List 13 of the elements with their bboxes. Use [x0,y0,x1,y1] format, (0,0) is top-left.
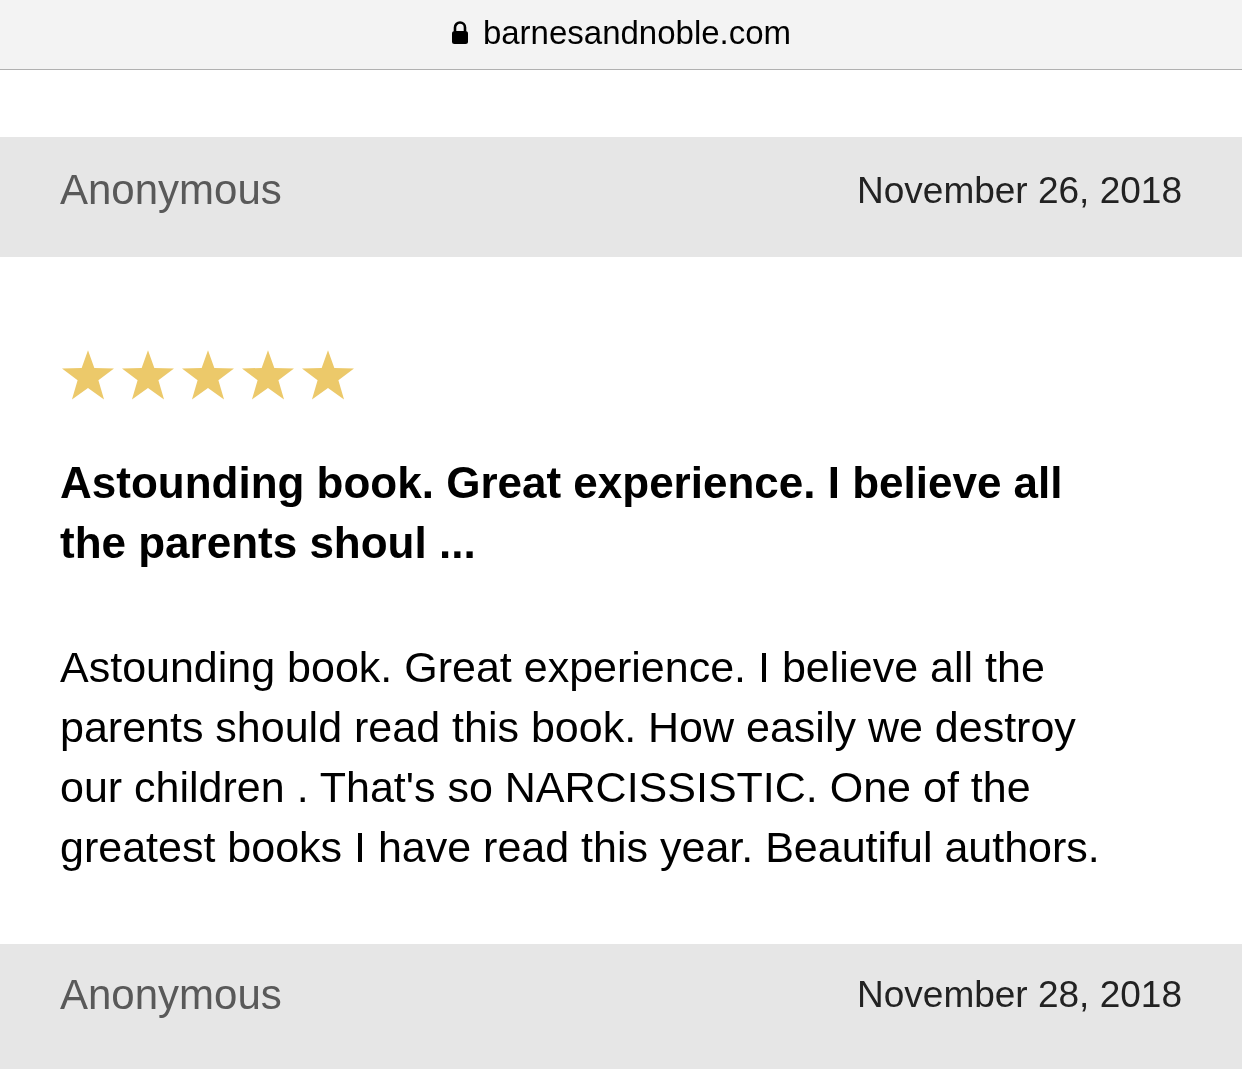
star-icon [120,349,176,401]
review-date: November 26, 2018 [857,171,1182,209]
author-name: Anonymous [60,169,282,211]
star-icon [300,349,356,401]
star-icon [180,349,236,401]
lock-icon [450,20,469,45]
review-text: Astounding book. Great experience. I believe all the parents should read this book. How easily we destroy our children . That's so NARCISSISTIC. One of the greatest books I have read this year. Beautiful authors. [60,642,1101,873]
review-date: November 28, 2018 [857,976,1182,1013]
star-icon [240,349,296,401]
review-title: Astounding book. Great experience. I believe all the parents shoul ... [60,457,1064,569]
star-icon [60,349,116,401]
url-text: barnesandnoble.com [482,16,792,49]
author-name: Anonymous [60,973,282,1016]
